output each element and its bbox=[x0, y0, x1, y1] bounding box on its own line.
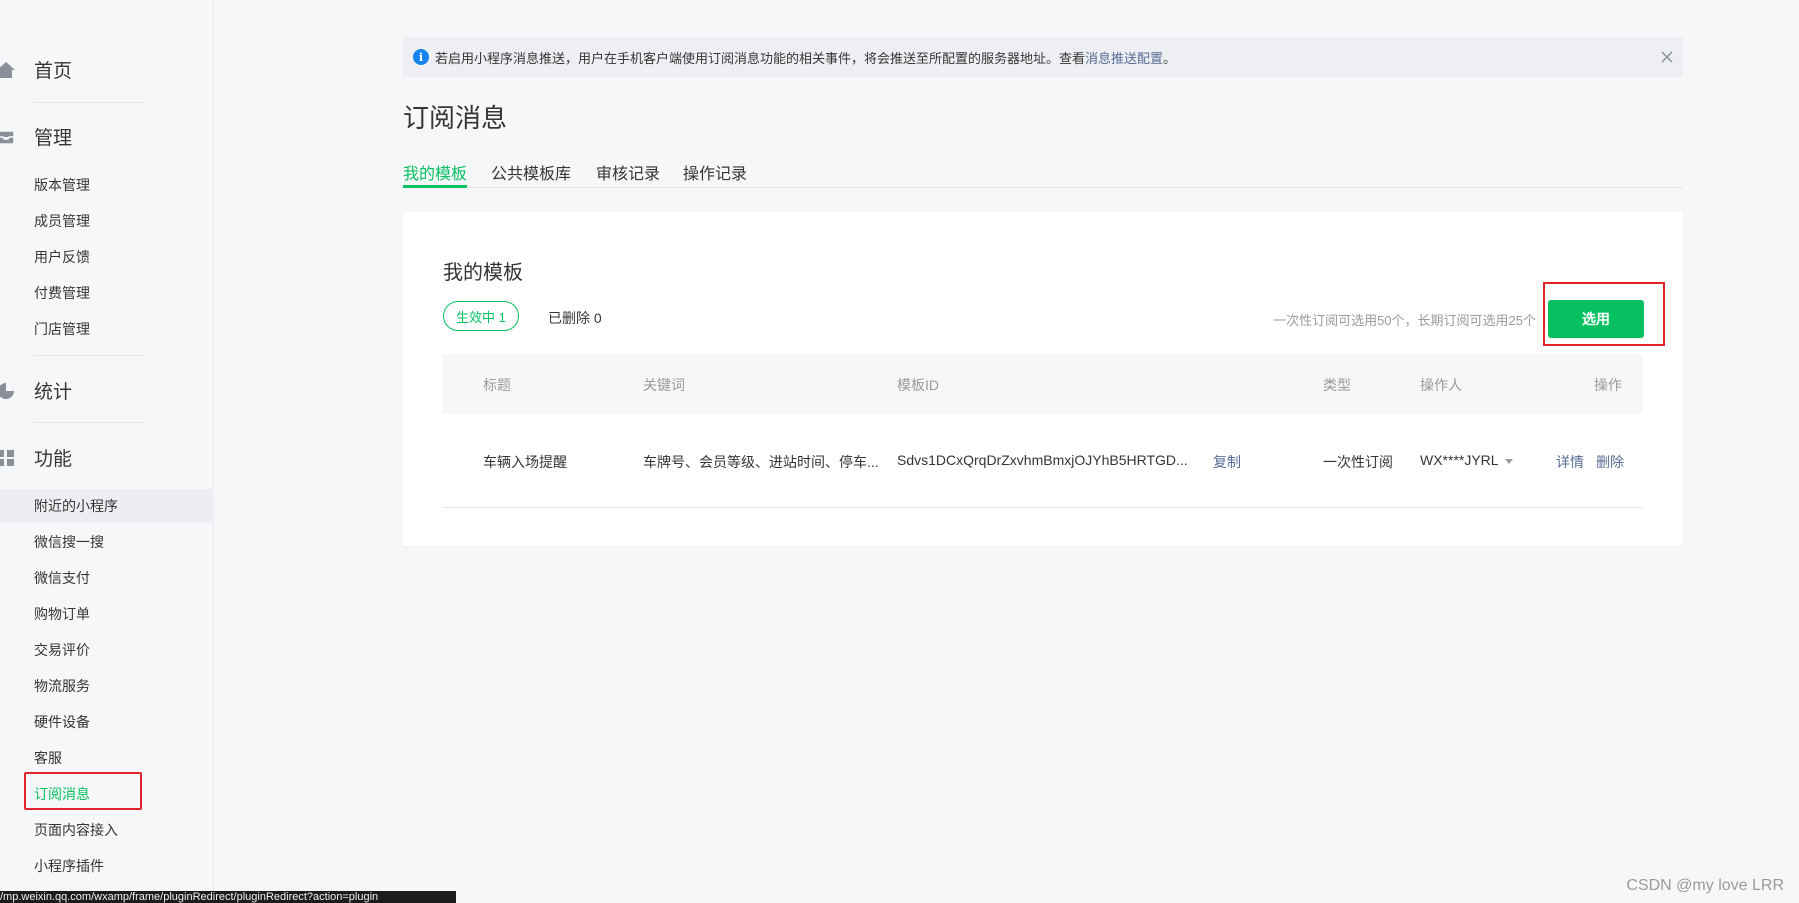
divider bbox=[34, 422, 144, 423]
template-keywords: 车牌号、会员等级、进站时间、停车... bbox=[643, 454, 879, 470]
filter-deleted[interactable]: 已删除 0 bbox=[548, 308, 602, 328]
sidebar-item-customer-service[interactable]: 客服 bbox=[0, 741, 214, 775]
template-id: Sdvs1DCxQrqDrZxvhmBmxjOJYhB5HRTGD... bbox=[897, 452, 1188, 468]
template-type: 一次性订阅 bbox=[1323, 454, 1393, 470]
copy-link[interactable]: 复制 bbox=[1213, 452, 1241, 472]
inbox-icon bbox=[0, 130, 15, 145]
home-icon bbox=[0, 62, 15, 78]
nav-home-label: 首页 bbox=[34, 60, 73, 82]
nav-features-label: 功能 bbox=[34, 448, 73, 470]
divider bbox=[34, 355, 144, 356]
close-icon[interactable] bbox=[1659, 49, 1675, 65]
page-title: 订阅消息 bbox=[403, 103, 508, 133]
notice-text: 若启用小程序消息推送，用户在手机客户端使用订阅消息功能的相关事件，将会推送至所配… bbox=[435, 50, 1086, 66]
delete-link[interactable]: 删除 bbox=[1596, 452, 1624, 472]
tab-review-records[interactable]: 审核记录 bbox=[596, 160, 660, 184]
sidebar-item-payment[interactable]: 付费管理 bbox=[0, 276, 214, 310]
detail-link[interactable]: 详情 bbox=[1556, 452, 1584, 472]
chevron-down-icon bbox=[1504, 458, 1513, 464]
operator-name: WX****JYRL bbox=[1420, 452, 1499, 468]
push-config-link[interactable]: 消息推送配置 bbox=[1085, 48, 1163, 67]
sidebar-item-wechat-pay[interactable]: 微信支付 bbox=[0, 561, 214, 595]
template-title: 车辆入场提醒 bbox=[483, 454, 567, 470]
nav-stats-label: 统计 bbox=[34, 381, 73, 403]
watermark: CSDN @my love LRR bbox=[1626, 877, 1784, 894]
sidebar-item-nearby[interactable]: 附近的小程序 bbox=[0, 489, 214, 523]
highlight-box bbox=[24, 772, 142, 810]
sidebar-item-orders[interactable]: 购物订单 bbox=[0, 597, 214, 631]
sidebar-item-search[interactable]: 微信搜一搜 bbox=[0, 525, 214, 559]
pie-chart-icon bbox=[0, 383, 14, 399]
status-bar-url: /mp.weixin.qq.com/wxamp/frame/pluginRedi… bbox=[0, 891, 456, 903]
notice-suffix: 。 bbox=[1163, 50, 1177, 66]
sidebar-item-version[interactable]: 版本管理 bbox=[0, 168, 214, 202]
tab-operation-records[interactable]: 操作记录 bbox=[683, 160, 747, 184]
column-header: 关键词 bbox=[643, 377, 685, 393]
tab-public-library[interactable]: 公共模板库 bbox=[491, 160, 571, 184]
table-header: 标题 关键词 模板ID 类型 操作人 操作 bbox=[443, 354, 1643, 414]
sidebar-item-feedback[interactable]: 用户反馈 bbox=[0, 240, 214, 274]
column-header: 模板ID bbox=[897, 377, 939, 393]
tab-active-indicator bbox=[403, 185, 467, 188]
templates-panel: 我的模板 生效中 1 已删除 0 一次性订阅可选用50个，长期订阅可选用25个 … bbox=[403, 212, 1683, 546]
panel-title: 我的模板 bbox=[443, 262, 523, 284]
divider bbox=[34, 102, 144, 103]
operator-dropdown[interactable]: WX****JYRL bbox=[1420, 452, 1513, 468]
sidebar-item-hardware[interactable]: 硬件设备 bbox=[0, 705, 214, 739]
sidebar-item-reviews[interactable]: 交易评价 bbox=[0, 633, 214, 667]
column-header: 类型 bbox=[1323, 377, 1351, 393]
column-header: 操作人 bbox=[1420, 377, 1462, 393]
highlight-box bbox=[1543, 282, 1665, 346]
notice-bar: i 若启用小程序消息推送，用户在手机客户端使用订阅消息功能的相关事件，将会推送至… bbox=[403, 37, 1683, 77]
filter-active[interactable]: 生效中 1 bbox=[443, 301, 519, 331]
quota-text: 一次性订阅可选用50个，长期订阅可选用25个 bbox=[1273, 313, 1536, 328]
tab-my-templates[interactable]: 我的模板 bbox=[403, 160, 467, 184]
tab-bar: 我的模板 公共模板库 审核记录 操作记录 bbox=[403, 157, 1683, 188]
sidebar-item-members[interactable]: 成员管理 bbox=[0, 204, 214, 238]
table-row: 车辆入场提醒 车牌号、会员等级、进站时间、停车... Sdvs1DCxQrqDr… bbox=[443, 414, 1643, 508]
grid-icon bbox=[0, 450, 14, 466]
sidebar-item-plugins[interactable]: 小程序插件 bbox=[0, 849, 214, 883]
column-header: 操作 bbox=[1594, 377, 1622, 393]
sidebar-item-page-content[interactable]: 页面内容接入 bbox=[0, 813, 214, 847]
column-header: 标题 bbox=[483, 377, 511, 393]
info-icon: i bbox=[413, 49, 429, 65]
sidebar-item-logistics[interactable]: 物流服务 bbox=[0, 669, 214, 703]
sidebar: 首页 管理 版本管理 成员管理 用户反馈 付费管理 门店管理 统计 功能 附近的… bbox=[0, 0, 214, 903]
sidebar-item-stores[interactable]: 门店管理 bbox=[0, 312, 214, 346]
nav-manage-label: 管理 bbox=[34, 127, 73, 149]
